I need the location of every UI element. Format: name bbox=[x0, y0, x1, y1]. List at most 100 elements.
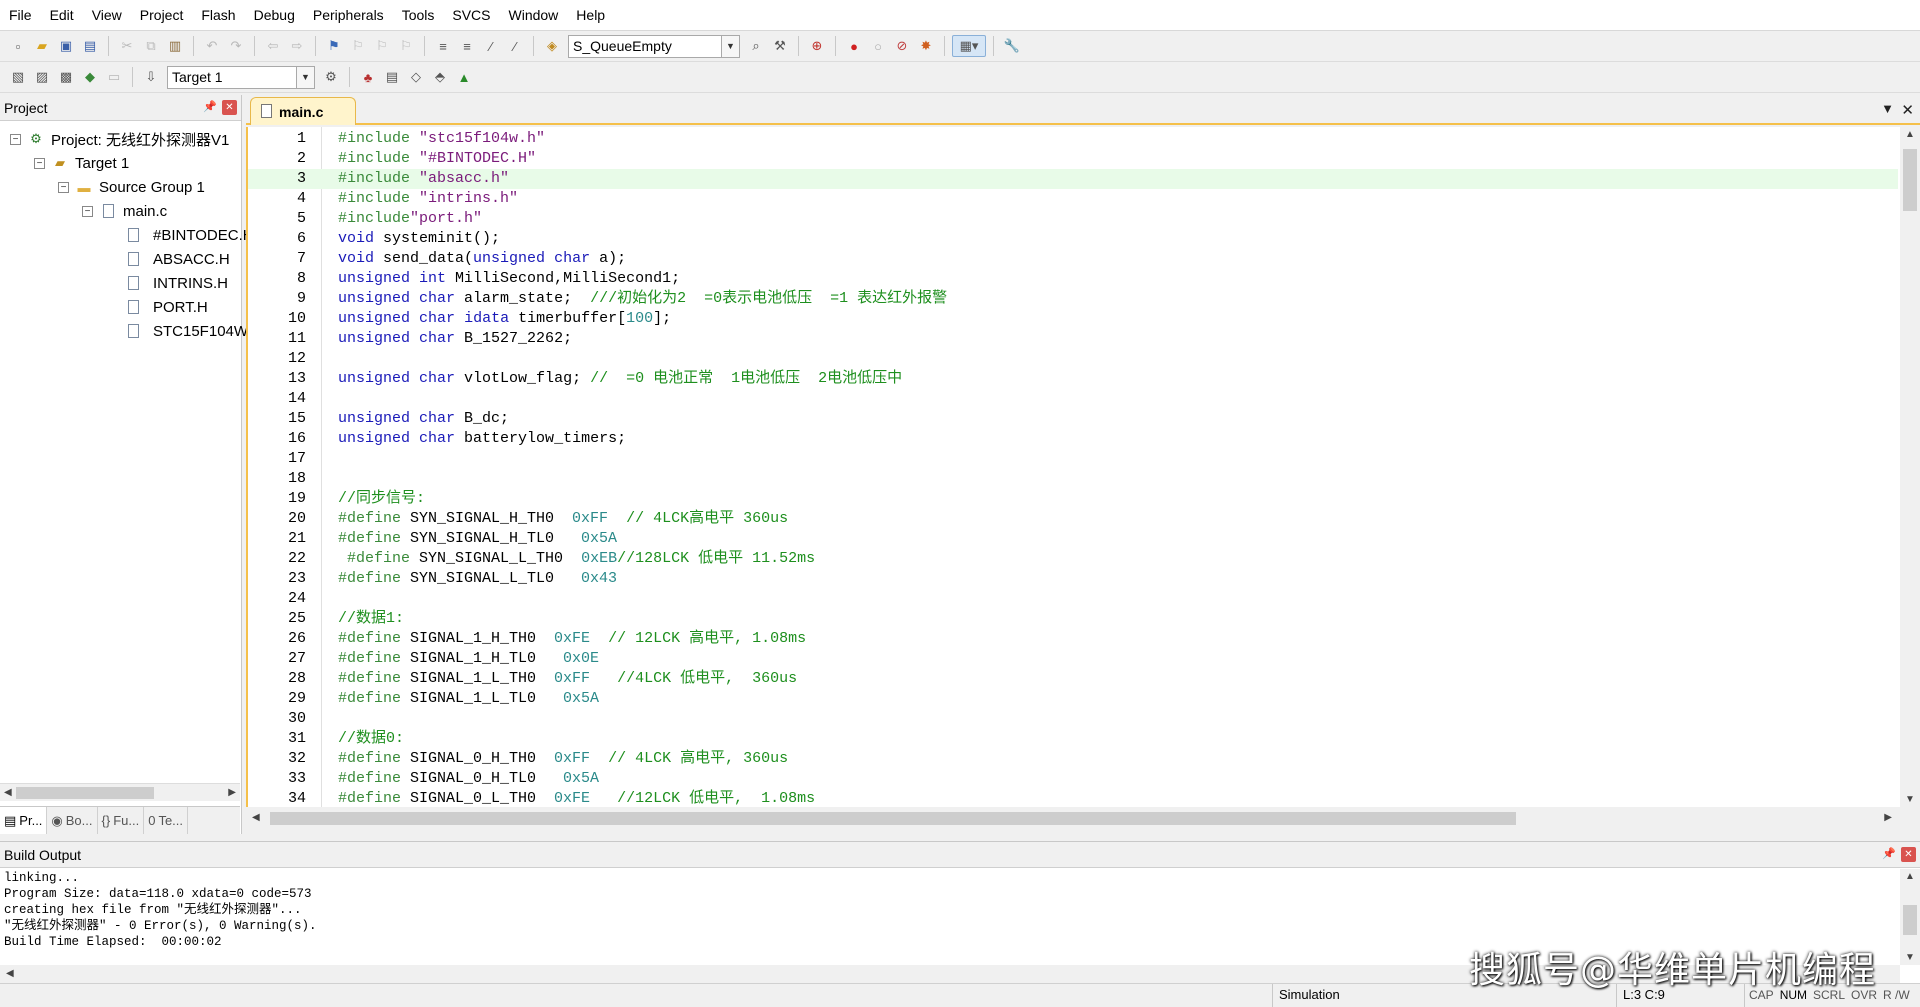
indent-icon[interactable]: ≡ bbox=[432, 35, 454, 57]
incremental-find-icon[interactable]: ⚒ bbox=[769, 35, 791, 57]
tab-main-c[interactable]: main.c bbox=[250, 97, 356, 125]
scroll-right-icon[interactable]: ▶ bbox=[228, 787, 236, 798]
scroll-right-icon[interactable]: ▶ bbox=[1884, 812, 1892, 823]
menu-view[interactable]: View bbox=[83, 0, 131, 31]
build-vscroll[interactable]: ▲ ▼ bbox=[1900, 869, 1920, 965]
tree-item-project[interactable]: − ⚙ Project: 无线红外探测器V1 bbox=[10, 128, 229, 150]
chevron-down-icon[interactable]: ▼ bbox=[721, 35, 739, 57]
code-line[interactable]: 30 bbox=[248, 709, 1898, 729]
project-hscroll[interactable]: ◀ ▶ bbox=[0, 783, 240, 801]
menu-project[interactable]: Project bbox=[131, 0, 193, 31]
code-line[interactable]: 21 #define SYN_SIGNAL_H_TL0 0x5A bbox=[248, 529, 1898, 549]
tree-item-target[interactable]: − ▰ Target 1 bbox=[34, 152, 129, 174]
tab-books[interactable]: ◉ Bo... bbox=[47, 807, 98, 834]
tab-project[interactable]: ▤ Pr... bbox=[0, 807, 48, 834]
window-layout-icon[interactable]: ▦▾ bbox=[952, 35, 986, 57]
code-line[interactable]: 2 #include "#BINTODEC.H" bbox=[248, 149, 1898, 169]
code-line[interactable]: 31 //数据0: bbox=[248, 729, 1898, 749]
kill-breakpoints-icon[interactable]: ✸ bbox=[915, 35, 937, 57]
code-line[interactable]: 1 #include "stc15f104w.h" bbox=[248, 129, 1898, 149]
scroll-left-icon[interactable]: ◀ bbox=[6, 968, 14, 979]
code-line[interactable]: 5 #include"port.h" bbox=[248, 209, 1898, 229]
close-icon[interactable]: ✕ bbox=[222, 100, 237, 115]
collapse-icon[interactable]: − bbox=[10, 133, 21, 145]
code-line[interactable]: 15 unsigned char B_dc; bbox=[248, 409, 1898, 429]
undo-icon[interactable]: ↶ bbox=[201, 35, 223, 57]
tree-item-main-c[interactable]: − main.c bbox=[82, 200, 167, 222]
scroll-up-icon[interactable]: ▲ bbox=[1905, 129, 1915, 140]
pin-icon[interactable]: 📌 bbox=[203, 100, 217, 113]
code-line[interactable]: 8 unsigned int MilliSecond,MilliSecond1; bbox=[248, 269, 1898, 289]
code-line[interactable]: 25 //数据1: bbox=[248, 609, 1898, 629]
code-line[interactable]: 19 //同步信号: bbox=[248, 489, 1898, 509]
translate-icon[interactable]: ▧ bbox=[7, 66, 29, 88]
run-time-env-icon[interactable]: ▲ bbox=[453, 66, 475, 88]
tree-item-include[interactable]: #BINTODEC.H bbox=[128, 224, 247, 246]
uncomment-icon[interactable]: ⁄ bbox=[504, 35, 526, 57]
rebuild-icon[interactable]: ▩ bbox=[55, 66, 77, 88]
open-folder-icon[interactable]: ▰ bbox=[31, 35, 53, 57]
pin-icon[interactable]: 📌 bbox=[1882, 847, 1896, 860]
tree-item-include[interactable]: STC15F104W.H bbox=[128, 320, 247, 342]
code-line[interactable]: 20 #define SYN_SIGNAL_H_TH0 0xFF // 4LCK高… bbox=[248, 509, 1898, 529]
paste-icon[interactable]: ▥ bbox=[164, 35, 186, 57]
scroll-left-icon[interactable]: ◀ bbox=[252, 812, 260, 823]
code-line[interactable]: 12 bbox=[248, 349, 1898, 369]
close-icon[interactable]: ✕ bbox=[1901, 847, 1916, 862]
scroll-thumb[interactable] bbox=[1903, 149, 1917, 211]
code-line[interactable]: 6 void systeminit(); bbox=[248, 229, 1898, 249]
build-output-text[interactable]: linking... Program Size: data=118.0 xdat… bbox=[0, 868, 1920, 952]
save-all-icon[interactable]: ▤ bbox=[79, 35, 101, 57]
bookmark-next-icon[interactable]: ⚐ bbox=[371, 35, 393, 57]
code-line[interactable]: 7 void send_data(unsigned char a); bbox=[248, 249, 1898, 269]
menu-help[interactable]: Help bbox=[567, 0, 614, 31]
code-line[interactable]: 3 #include "absacc.h" bbox=[248, 169, 1898, 189]
code-line[interactable]: 17 bbox=[248, 449, 1898, 469]
chevron-down-icon[interactable]: ▼ bbox=[296, 66, 314, 88]
tree-item-include[interactable]: INTRINS.H bbox=[128, 272, 228, 294]
scroll-thumb[interactable] bbox=[1903, 905, 1917, 935]
code-line[interactable]: 13 unsigned char vlotLow_flag; // =0 电池正常… bbox=[248, 369, 1898, 389]
menu-debug[interactable]: Debug bbox=[245, 0, 304, 31]
configure-icon[interactable]: 🔧 bbox=[1001, 35, 1023, 57]
menu-tools[interactable]: Tools bbox=[393, 0, 444, 31]
target-options-icon[interactable]: ⚙ bbox=[320, 66, 342, 88]
build-icon[interactable]: ▨ bbox=[31, 66, 53, 88]
scroll-down-icon[interactable]: ▼ bbox=[1905, 794, 1915, 805]
code-line[interactable]: 11 unsigned char B_1527_2262; bbox=[248, 329, 1898, 349]
tab-templates[interactable]: 0 Te... bbox=[144, 807, 189, 834]
collapse-icon[interactable]: − bbox=[58, 181, 69, 193]
code-line[interactable]: 9 unsigned char alarm_state; ///初始化为2 =0表… bbox=[248, 289, 1898, 309]
code-line[interactable]: 10 unsigned char idata timerbuffer[100]; bbox=[248, 309, 1898, 329]
bookmark-prev-icon[interactable]: ⚐ bbox=[347, 35, 369, 57]
code-line[interactable]: 16 unsigned char batterylow_timers; bbox=[248, 429, 1898, 449]
menu-edit[interactable]: Edit bbox=[41, 0, 83, 31]
code-line[interactable]: 4 #include "intrins.h" bbox=[248, 189, 1898, 209]
nav-back-icon[interactable]: ⇦ bbox=[262, 35, 284, 57]
pack-installer-icon[interactable]: ⬘ bbox=[429, 66, 451, 88]
find-combo[interactable]: S_QueueEmpty ▼ bbox=[568, 34, 740, 58]
menu-peripherals[interactable]: Peripherals bbox=[304, 0, 393, 31]
menu-file[interactable]: File bbox=[0, 0, 41, 31]
tab-list-icon[interactable]: ▼ bbox=[1881, 101, 1894, 116]
collapse-icon[interactable]: − bbox=[34, 157, 45, 169]
target-combo[interactable]: Target 1 ▼ bbox=[167, 65, 315, 89]
manage-project-icon[interactable]: ♣ bbox=[357, 66, 379, 88]
scroll-up-icon[interactable]: ▲ bbox=[1905, 871, 1915, 882]
code-line[interactable]: 18 bbox=[248, 469, 1898, 489]
tree-item-source-group[interactable]: − ▬ Source Group 1 bbox=[58, 176, 205, 198]
nav-forward-icon[interactable]: ⇨ bbox=[286, 35, 308, 57]
code-editor[interactable]: 1 #include "stc15f104w.h" 2 #include "#BINT… bbox=[246, 127, 1920, 807]
code-line[interactable]: 26 #define SIGNAL_1_H_TH0 0xFE // 12LCK 高… bbox=[248, 629, 1898, 649]
breakpoint-icon[interactable]: ● bbox=[843, 35, 865, 57]
cut-icon[interactable]: ✂ bbox=[116, 35, 138, 57]
tree-item-include[interactable]: ABSACC.H bbox=[128, 248, 230, 270]
code-line[interactable]: 29 #define SIGNAL_1_L_TL0 0x5A bbox=[248, 689, 1898, 709]
redo-icon[interactable]: ↷ bbox=[225, 35, 247, 57]
scroll-left-icon[interactable]: ◀ bbox=[4, 787, 12, 798]
code-line[interactable]: 14 bbox=[248, 389, 1898, 409]
tab-functions[interactable]: {} Fu... bbox=[98, 807, 145, 834]
code-line[interactable]: 28 #define SIGNAL_1_L_TH0 0xFF //4LCK 低电平… bbox=[248, 669, 1898, 689]
code-line[interactable]: 33 #define SIGNAL_0_H_TL0 0x5A bbox=[248, 769, 1898, 789]
save-icon[interactable]: ▣ bbox=[55, 35, 77, 57]
